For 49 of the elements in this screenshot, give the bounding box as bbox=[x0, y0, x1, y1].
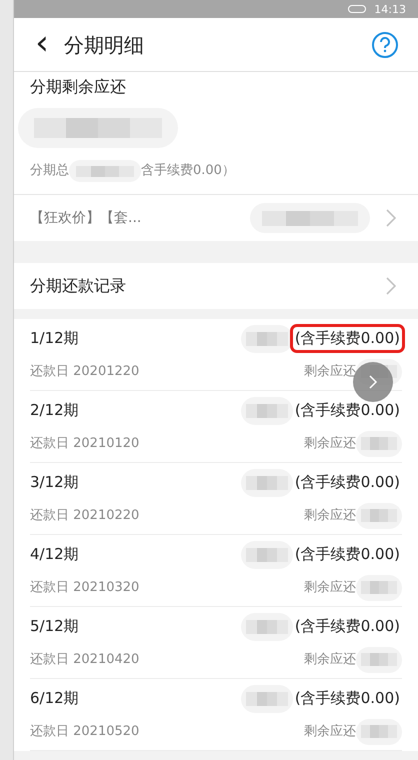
redaction-blur bbox=[240, 540, 293, 568]
period-label: 6/12期 bbox=[30, 688, 79, 710]
remaining-label: 剩余应还 bbox=[304, 722, 356, 741]
due-date: 还款日 20210220 bbox=[30, 506, 140, 525]
back-button[interactable]: ‹ bbox=[30, 26, 54, 60]
fee-note: 含手续费0.00） bbox=[141, 162, 235, 180]
redaction-blur bbox=[356, 718, 402, 744]
due-date: 还款日 20210520 bbox=[30, 722, 140, 741]
remaining-label: 剩余应还 bbox=[304, 650, 356, 669]
due-date: 还款日 20210320 bbox=[30, 578, 140, 597]
status-time: 14:13 bbox=[374, 4, 406, 14]
fee-amount: (含手续费0.00) bbox=[294, 616, 401, 638]
chevron-icon bbox=[386, 209, 396, 227]
period-label: 3/12期 bbox=[30, 472, 79, 494]
fee-amount: (含手续费0.00) bbox=[292, 327, 402, 350]
remaining-label: 分期剩余应还 bbox=[30, 76, 127, 98]
redaction-blur bbox=[240, 684, 293, 712]
page-title: 分期明细 bbox=[64, 32, 145, 58]
records-row[interactable]: 分期还款记录 bbox=[14, 263, 418, 309]
redaction-blur bbox=[356, 646, 402, 672]
remaining-label: 剩余应还 bbox=[304, 506, 356, 525]
redaction-blur bbox=[356, 502, 402, 528]
redaction-blur bbox=[240, 396, 293, 424]
due-date: 还款日 20201220 bbox=[30, 362, 140, 381]
fee-amount: (含手续费0.00) bbox=[294, 688, 401, 710]
fee-amount: (含手续费0.00) bbox=[294, 400, 401, 422]
due-date: 还款日 20210120 bbox=[30, 434, 140, 453]
remaining-label: 剩余应还 bbox=[304, 362, 356, 381]
redaction-blur bbox=[240, 468, 293, 496]
product-row[interactable]: 【狂欢价】【套... bbox=[14, 195, 418, 241]
remaining-label: 剩余应还 bbox=[304, 434, 356, 453]
due-date: 还款日 20210420 bbox=[30, 650, 140, 669]
remaining-label: 剩余应还 bbox=[304, 578, 356, 597]
redaction-blur bbox=[356, 574, 402, 600]
battery-icon bbox=[348, 5, 366, 13]
period-label: 1/12期 bbox=[30, 328, 79, 350]
period-label: 5/12期 bbox=[30, 616, 79, 638]
chevron-icon bbox=[386, 277, 396, 295]
redaction-blur bbox=[356, 430, 402, 456]
period-label: 4/12期 bbox=[30, 544, 79, 566]
chevron-icon bbox=[368, 374, 378, 390]
period-label: 2/12期 bbox=[30, 400, 79, 422]
fee-amount: (含手续费0.00) bbox=[294, 544, 401, 566]
help-icon[interactable] bbox=[372, 32, 398, 58]
redaction-blur bbox=[240, 324, 293, 352]
redaction-blur bbox=[240, 612, 293, 640]
fee-amount: (含手续费0.00) bbox=[294, 472, 401, 494]
redaction-blur bbox=[69, 160, 141, 182]
total-label: 分期总 bbox=[30, 162, 69, 180]
